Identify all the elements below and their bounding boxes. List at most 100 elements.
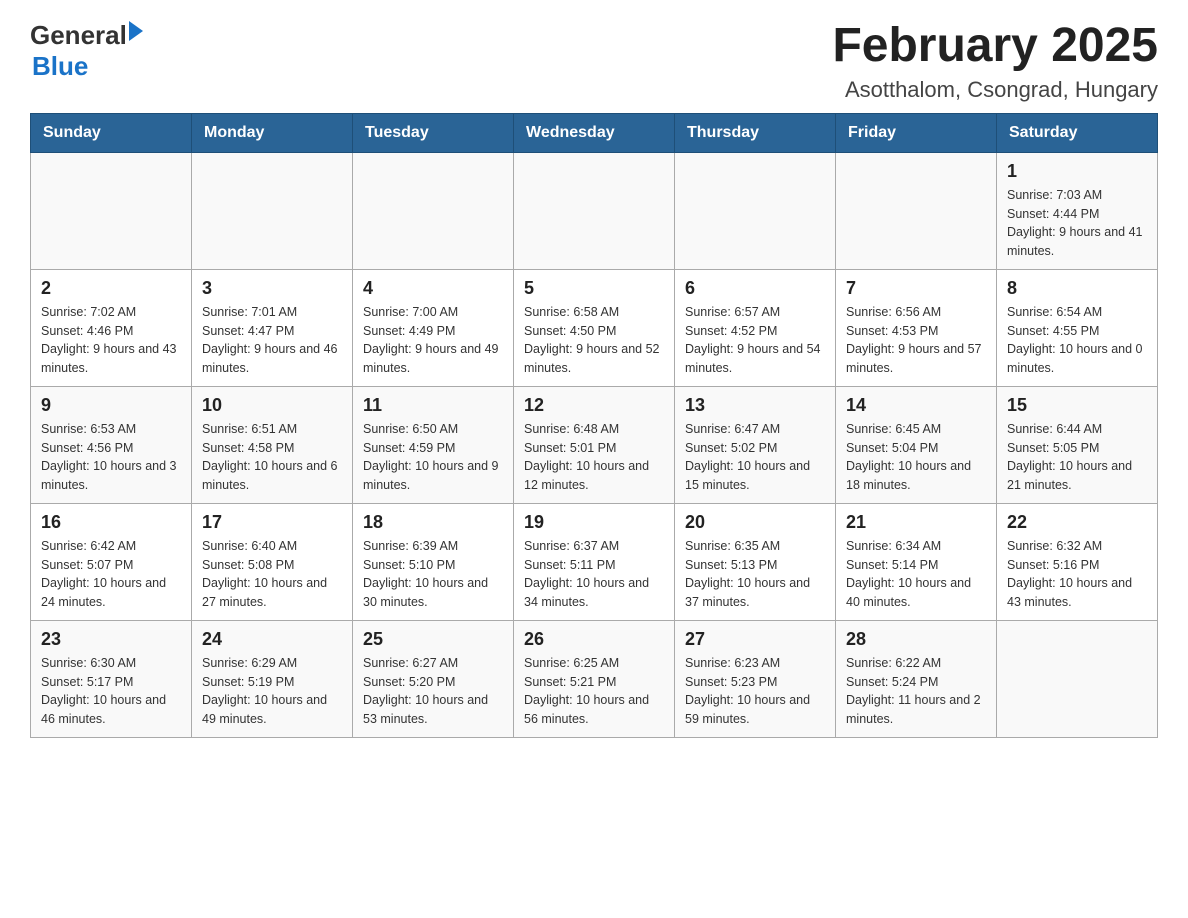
calendar-cell: 20 Sunrise: 6:35 AM Sunset: 5:13 PM Dayli… — [675, 503, 836, 620]
day-info: Sunrise: 6:35 AM Sunset: 5:13 PM Dayligh… — [685, 537, 825, 612]
calendar-cell: 11 Sunrise: 6:50 AM Sunset: 4:59 PM Dayli… — [353, 386, 514, 503]
day-number: 26 — [524, 629, 664, 650]
calendar-cell: 24 Sunrise: 6:29 AM Sunset: 5:19 PM Dayli… — [192, 620, 353, 737]
weekday-header-tuesday: Tuesday — [353, 113, 514, 152]
weekday-header-row: SundayMondayTuesdayWednesdayThursdayFrid… — [31, 113, 1158, 152]
day-number: 15 — [1007, 395, 1147, 416]
calendar-cell — [353, 152, 514, 269]
calendar-cell — [514, 152, 675, 269]
day-number: 12 — [524, 395, 664, 416]
day-info: Sunrise: 6:48 AM Sunset: 5:01 PM Dayligh… — [524, 420, 664, 495]
day-number: 24 — [202, 629, 342, 650]
calendar-cell: 21 Sunrise: 6:34 AM Sunset: 5:14 PM Dayli… — [836, 503, 997, 620]
logo-arrow-icon — [129, 21, 143, 41]
day-info: Sunrise: 6:54 AM Sunset: 4:55 PM Dayligh… — [1007, 303, 1147, 378]
calendar-cell: 9 Sunrise: 6:53 AM Sunset: 4:56 PM Daylig… — [31, 386, 192, 503]
day-info: Sunrise: 6:45 AM Sunset: 5:04 PM Dayligh… — [846, 420, 986, 495]
day-info: Sunrise: 6:23 AM Sunset: 5:23 PM Dayligh… — [685, 654, 825, 729]
day-info: Sunrise: 6:29 AM Sunset: 5:19 PM Dayligh… — [202, 654, 342, 729]
day-info: Sunrise: 6:27 AM Sunset: 5:20 PM Dayligh… — [363, 654, 503, 729]
day-info: Sunrise: 6:50 AM Sunset: 4:59 PM Dayligh… — [363, 420, 503, 495]
calendar-cell: 5 Sunrise: 6:58 AM Sunset: 4:50 PM Daylig… — [514, 269, 675, 386]
weekday-header-friday: Friday — [836, 113, 997, 152]
calendar-table: SundayMondayTuesdayWednesdayThursdayFrid… — [30, 113, 1158, 738]
day-number: 23 — [41, 629, 181, 650]
calendar-cell: 3Sunrise: 7:01 AM Sunset: 4:47 PM Daylig… — [192, 269, 353, 386]
day-number: 21 — [846, 512, 986, 533]
calendar-cell: 7 Sunrise: 6:56 AM Sunset: 4:53 PM Daylig… — [836, 269, 997, 386]
day-info: Sunrise: 6:34 AM Sunset: 5:14 PM Dayligh… — [846, 537, 986, 612]
day-number: 17 — [202, 512, 342, 533]
day-number: 5 — [524, 278, 664, 299]
calendar-cell: 18Sunrise: 6:39 AM Sunset: 5:10 PM Dayli… — [353, 503, 514, 620]
day-number: 9 — [41, 395, 181, 416]
calendar-cell — [192, 152, 353, 269]
calendar-cell — [997, 620, 1158, 737]
calendar-cell: 22 Sunrise: 6:32 AM Sunset: 5:16 PM Dayli… — [997, 503, 1158, 620]
day-number: 19 — [524, 512, 664, 533]
day-info: Sunrise: 6:53 AM Sunset: 4:56 PM Dayligh… — [41, 420, 181, 495]
day-number: 16 — [41, 512, 181, 533]
day-number: 13 — [685, 395, 825, 416]
calendar-cell — [675, 152, 836, 269]
day-info: Sunrise: 6:47 AM Sunset: 5:02 PM Dayligh… — [685, 420, 825, 495]
calendar-cell: 1Sunrise: 7:03 AM Sunset: 4:44 PM Daylig… — [997, 152, 1158, 269]
calendar-cell: 14 Sunrise: 6:45 AM Sunset: 5:04 PM Dayli… — [836, 386, 997, 503]
calendar-week-2: 2 Sunrise: 7:02 AM Sunset: 4:46 PM Daylig… — [31, 269, 1158, 386]
calendar-cell: 27 Sunrise: 6:23 AM Sunset: 5:23 PM Dayli… — [675, 620, 836, 737]
day-info: Sunrise: 7:01 AM Sunset: 4:47 PM Dayligh… — [202, 303, 342, 378]
calendar-week-3: 9 Sunrise: 6:53 AM Sunset: 4:56 PM Daylig… — [31, 386, 1158, 503]
day-info: Sunrise: 7:02 AM Sunset: 4:46 PM Dayligh… — [41, 303, 181, 378]
day-info: Sunrise: 6:30 AM Sunset: 5:17 PM Dayligh… — [41, 654, 181, 729]
weekday-header-sunday: Sunday — [31, 113, 192, 152]
day-info: Sunrise: 7:03 AM Sunset: 4:44 PM Dayligh… — [1007, 186, 1147, 261]
day-number: 7 — [846, 278, 986, 299]
calendar-cell: 10 Sunrise: 6:51 AM Sunset: 4:58 PM Dayli… — [192, 386, 353, 503]
weekday-header-saturday: Saturday — [997, 113, 1158, 152]
calendar-week-4: 16 Sunrise: 6:42 AM Sunset: 5:07 PM Dayli… — [31, 503, 1158, 620]
calendar-cell: 19Sunrise: 6:37 AM Sunset: 5:11 PM Dayli… — [514, 503, 675, 620]
day-info: Sunrise: 6:57 AM Sunset: 4:52 PM Dayligh… — [685, 303, 825, 378]
day-info: Sunrise: 6:58 AM Sunset: 4:50 PM Dayligh… — [524, 303, 664, 378]
day-number: 18 — [363, 512, 503, 533]
calendar-cell: 26 Sunrise: 6:25 AM Sunset: 5:21 PM Dayli… — [514, 620, 675, 737]
day-number: 28 — [846, 629, 986, 650]
day-number: 27 — [685, 629, 825, 650]
day-number: 4 — [363, 278, 503, 299]
logo: General Blue — [30, 20, 143, 82]
calendar-cell: 17Sunrise: 6:40 AM Sunset: 5:08 PM Dayli… — [192, 503, 353, 620]
day-number: 2 — [41, 278, 181, 299]
calendar-week-1: 1Sunrise: 7:03 AM Sunset: 4:44 PM Daylig… — [31, 152, 1158, 269]
title-section: February 2025 Asotthalom, Csongrad, Hung… — [832, 20, 1158, 103]
calendar-cell: 23 Sunrise: 6:30 AM Sunset: 5:17 PM Dayli… — [31, 620, 192, 737]
day-info: Sunrise: 6:51 AM Sunset: 4:58 PM Dayligh… — [202, 420, 342, 495]
calendar-cell: 2 Sunrise: 7:02 AM Sunset: 4:46 PM Daylig… — [31, 269, 192, 386]
calendar-cell: 8 Sunrise: 6:54 AM Sunset: 4:55 PM Daylig… — [997, 269, 1158, 386]
day-number: 25 — [363, 629, 503, 650]
calendar-title: February 2025 — [832, 20, 1158, 73]
day-number: 11 — [363, 395, 503, 416]
day-number: 14 — [846, 395, 986, 416]
weekday-header-monday: Monday — [192, 113, 353, 152]
calendar-cell — [836, 152, 997, 269]
day-info: Sunrise: 6:56 AM Sunset: 4:53 PM Dayligh… — [846, 303, 986, 378]
calendar-cell: 25 Sunrise: 6:27 AM Sunset: 5:20 PM Dayli… — [353, 620, 514, 737]
day-number: 6 — [685, 278, 825, 299]
day-info: Sunrise: 6:32 AM Sunset: 5:16 PM Dayligh… — [1007, 537, 1147, 612]
day-number: 22 — [1007, 512, 1147, 533]
day-info: Sunrise: 7:00 AM Sunset: 4:49 PM Dayligh… — [363, 303, 503, 378]
calendar-cell: 13 Sunrise: 6:47 AM Sunset: 5:02 PM Dayli… — [675, 386, 836, 503]
logo-blue: Blue — [32, 51, 143, 82]
day-info: Sunrise: 6:22 AM Sunset: 5:24 PM Dayligh… — [846, 654, 986, 729]
day-number: 20 — [685, 512, 825, 533]
day-info: Sunrise: 6:44 AM Sunset: 5:05 PM Dayligh… — [1007, 420, 1147, 495]
day-info: Sunrise: 6:42 AM Sunset: 5:07 PM Dayligh… — [41, 537, 181, 612]
day-number: 8 — [1007, 278, 1147, 299]
calendar-cell: 4 Sunrise: 7:00 AM Sunset: 4:49 PM Daylig… — [353, 269, 514, 386]
calendar-week-5: 23 Sunrise: 6:30 AM Sunset: 5:17 PM Dayli… — [31, 620, 1158, 737]
day-number: 10 — [202, 395, 342, 416]
calendar-cell: 15 Sunrise: 6:44 AM Sunset: 5:05 PM Dayli… — [997, 386, 1158, 503]
weekday-header-wednesday: Wednesday — [514, 113, 675, 152]
calendar-subtitle: Asotthalom, Csongrad, Hungary — [832, 77, 1158, 103]
day-info: Sunrise: 6:25 AM Sunset: 5:21 PM Dayligh… — [524, 654, 664, 729]
